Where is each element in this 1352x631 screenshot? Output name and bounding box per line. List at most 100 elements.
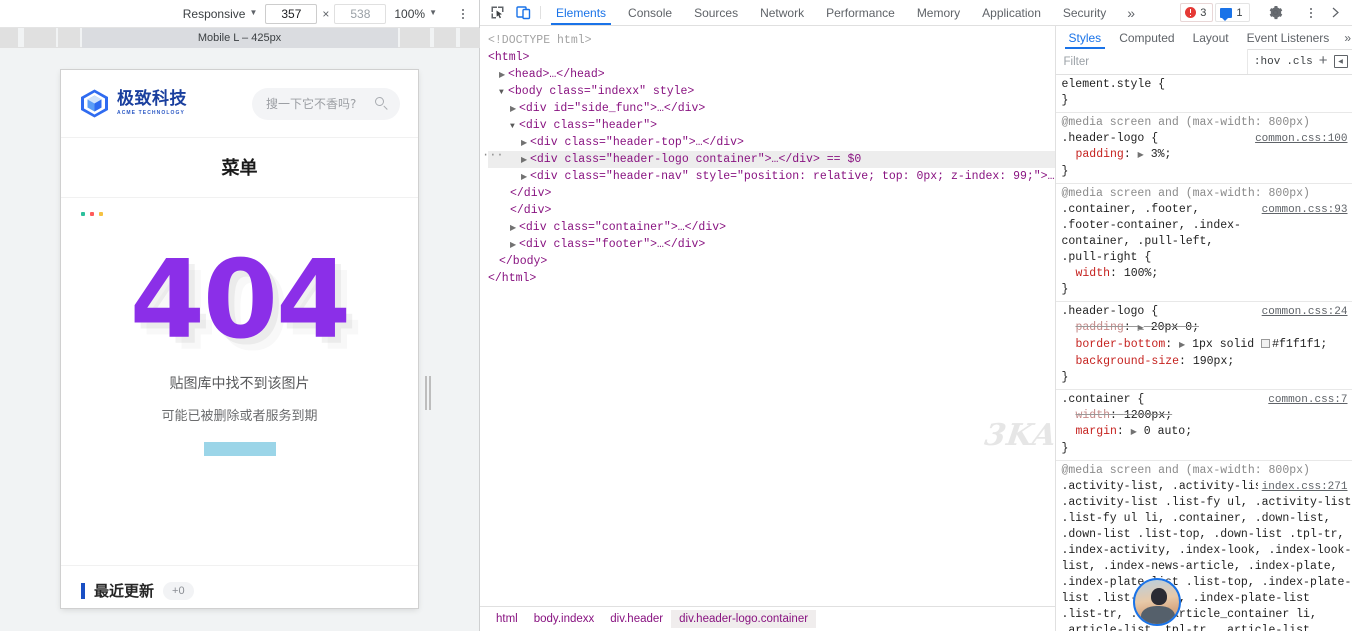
rule-source-link[interactable]: common.css:100	[1255, 131, 1347, 147]
tab-security[interactable]: Security	[1052, 0, 1117, 25]
message-count-badge[interactable]: 1	[1215, 3, 1250, 23]
device-viewport[interactable]: 极致科技 ACME TECHNOLOGY 搜一下它不香吗? 菜单 404 贴图库…	[61, 70, 418, 608]
tab-memory[interactable]: Memory	[906, 0, 971, 25]
search-input[interactable]: 搜一下它不香吗?	[252, 87, 400, 120]
error-count-badge[interactable]: 3	[1180, 3, 1214, 23]
dom-node[interactable]: <!DOCTYPE html>	[488, 32, 1055, 49]
css-declaration[interactable]: background-size: 190px;	[1062, 354, 1352, 370]
elements-dom-pane[interactable]: <!DOCTYPE html> <html> ▶ <head>…</head> ▼…	[480, 26, 1056, 631]
more-tabs-icon[interactable]: »	[1117, 0, 1145, 25]
computed-sidebar-toggle-icon[interactable]	[1333, 55, 1348, 69]
css-property-value[interactable]: 190px;	[1193, 355, 1234, 368]
css-color-value[interactable]: #f1f1f1;	[1272, 338, 1327, 351]
more-styles-tabs-icon[interactable]: »	[1338, 26, 1352, 49]
footer-div: <div class="footer">…</div>	[519, 238, 706, 252]
css-property-value[interactable]: 0 auto;	[1144, 425, 1192, 438]
css-declaration[interactable]: padding: ▶ 3%;	[1062, 147, 1352, 164]
css-declaration[interactable]: border-bottom: ▶ 1px solid #f1f1f1;	[1062, 337, 1352, 354]
search-icon[interactable]	[375, 97, 388, 110]
hover-state-button[interactable]: :hov	[1254, 56, 1280, 68]
tab-console[interactable]: Console	[617, 0, 683, 25]
rule-source-link[interactable]: common.css:24	[1262, 304, 1348, 320]
class-editor-button[interactable]: .cls	[1286, 56, 1312, 68]
device-ruler[interactable]: Mobile L – 425px	[0, 27, 480, 48]
styles-filter-input[interactable]	[1055, 49, 1248, 75]
collapse-arrow-icon[interactable]: ▼	[510, 118, 519, 135]
tab-application[interactable]: Application	[971, 0, 1052, 25]
dom-node[interactable]: ▶ <div class="header-top">…</div>	[488, 134, 1055, 151]
color-swatch-icon[interactable]	[1261, 338, 1271, 348]
dom-node-selected[interactable]: ▶<div class="header-logo container">…</d…	[482, 147, 1055, 169]
breadcrumb-item-header[interactable]: div.header	[602, 610, 671, 628]
tab-styles[interactable]: Styles	[1060, 26, 1111, 49]
device-preset-select[interactable]: Responsive ▼	[177, 5, 264, 23]
style-rule[interactable]: element.style { }	[1055, 75, 1352, 113]
avatar[interactable]	[1133, 578, 1181, 626]
zoom-select[interactable]: 100% ▼	[388, 5, 443, 23]
expand-arrow-icon[interactable]: ▶	[510, 237, 519, 254]
css-property-value[interactable]: 1200px;	[1124, 409, 1172, 422]
close-html-tag: </html>	[488, 272, 537, 286]
dom-node[interactable]: ▼ <div class="header">	[488, 117, 1055, 134]
css-property-value[interactable]: 100%;	[1124, 267, 1159, 280]
dom-node[interactable]: ▶ <div class="footer">…</div>	[488, 236, 1055, 253]
breadcrumb-item-body[interactable]: body.indexx	[526, 610, 603, 628]
tab-elements[interactable]: Elements	[545, 0, 617, 26]
expand-arrow-icon[interactable]: ▶	[1179, 341, 1185, 350]
styles-rules-list[interactable]: element.style { } @media screen and (max…	[1055, 75, 1352, 631]
tab-performance[interactable]: Performance	[815, 0, 906, 25]
style-rule[interactable]: .container { common.css:7 width: 1200px;…	[1055, 390, 1352, 461]
tab-network[interactable]: Network	[749, 0, 815, 25]
viewport-width-input[interactable]: 357	[265, 3, 318, 24]
dom-node[interactable]: ▶ <head>…</head>	[488, 66, 1055, 83]
toggle-device-toolbar-icon[interactable]	[510, 0, 536, 25]
rule-selector: .activity-list, .activity-list .list-fy,…	[1061, 479, 1352, 631]
tab-event-listeners[interactable]: Event Listeners	[1238, 26, 1339, 49]
dom-tree[interactable]: <!DOCTYPE html> <html> ▶ <head>…</head> ▼…	[480, 26, 1055, 287]
style-rule[interactable]: @media screen and (max-width: 800px) .ac…	[1056, 461, 1352, 631]
style-rule[interactable]: @media screen and (max-width: 800px) .co…	[1055, 184, 1352, 302]
css-declaration-overridden[interactable]: width: 1200px;	[1062, 408, 1352, 424]
collapse-arrow-icon[interactable]: ▼	[499, 84, 508, 101]
dom-node[interactable]: <html>	[488, 49, 1055, 66]
css-property-value[interactable]: 3%;	[1151, 148, 1172, 161]
dom-node[interactable]: ▶ <div class="header-nav" style="position…	[488, 168, 1055, 185]
dom-node[interactable]: ▶ <div class="container">…</div>	[488, 219, 1055, 236]
close-devtools-icon[interactable]	[1323, 7, 1349, 18]
rule-source-link[interactable]: index.css:271	[1257, 478, 1348, 495]
css-declaration[interactable]: margin: ▶ 0 auto;	[1062, 424, 1352, 441]
doctype-text: <!DOCTYPE html>	[488, 34, 592, 48]
expand-arrow-icon[interactable]: ▶	[521, 152, 530, 169]
tab-layout[interactable]: Layout	[1184, 26, 1238, 49]
expand-arrow-icon[interactable]: ▶	[510, 220, 519, 237]
css-property-value[interactable]: 20px 0;	[1151, 321, 1199, 334]
style-rule[interactable]: @media screen and (max-width: 800px) .he…	[1055, 113, 1352, 184]
inspect-element-icon[interactable]	[484, 0, 510, 25]
dom-node[interactable]: ▶ <div id="side_func">…</div>	[488, 100, 1055, 117]
breadcrumb-item-header-logo[interactable]: div.header-logo.container	[671, 610, 817, 628]
css-declaration[interactable]: width: 100%;	[1062, 266, 1352, 282]
expand-arrow-icon[interactable]: ▶	[521, 135, 530, 152]
kebab-menu-icon[interactable]	[453, 3, 473, 25]
expand-arrow-icon[interactable]: ▶	[499, 67, 508, 84]
rule-source-link[interactable]: common.css:7	[1268, 392, 1347, 408]
viewport-height-input[interactable]: 538	[334, 3, 387, 24]
new-style-rule-icon[interactable]: +	[1319, 53, 1328, 68]
tab-computed[interactable]: Computed	[1110, 26, 1183, 49]
gear-icon[interactable]	[1263, 5, 1289, 20]
expand-arrow-icon[interactable]: ▶	[510, 101, 519, 118]
site-logo[interactable]: 极致科技 ACME TECHNOLOGY	[79, 88, 187, 119]
expand-arrow-icon[interactable]: ▶	[1138, 324, 1144, 333]
rule-source-link[interactable]: common.css:93	[1262, 202, 1348, 218]
breadcrumb-item-html[interactable]: html	[488, 610, 526, 628]
expand-arrow-icon[interactable]: ▶	[521, 169, 530, 186]
expand-arrow-icon[interactable]: ▶	[1138, 151, 1144, 160]
loading-dots-icon	[61, 212, 418, 216]
viewport-resize-handle-right[interactable]	[424, 374, 432, 412]
style-rule[interactable]: .header-logo { common.css:24 padding: ▶ …	[1055, 302, 1352, 390]
expand-arrow-icon[interactable]: ▶	[1131, 428, 1137, 437]
devtools-kebab-menu-icon[interactable]	[1301, 2, 1321, 24]
tab-sources[interactable]: Sources	[683, 0, 749, 25]
css-declaration-overridden[interactable]: padding: ▶ 20px 0;	[1062, 320, 1352, 337]
dom-node[interactable]: ▼ <body class="indexx" style>	[488, 83, 1055, 100]
